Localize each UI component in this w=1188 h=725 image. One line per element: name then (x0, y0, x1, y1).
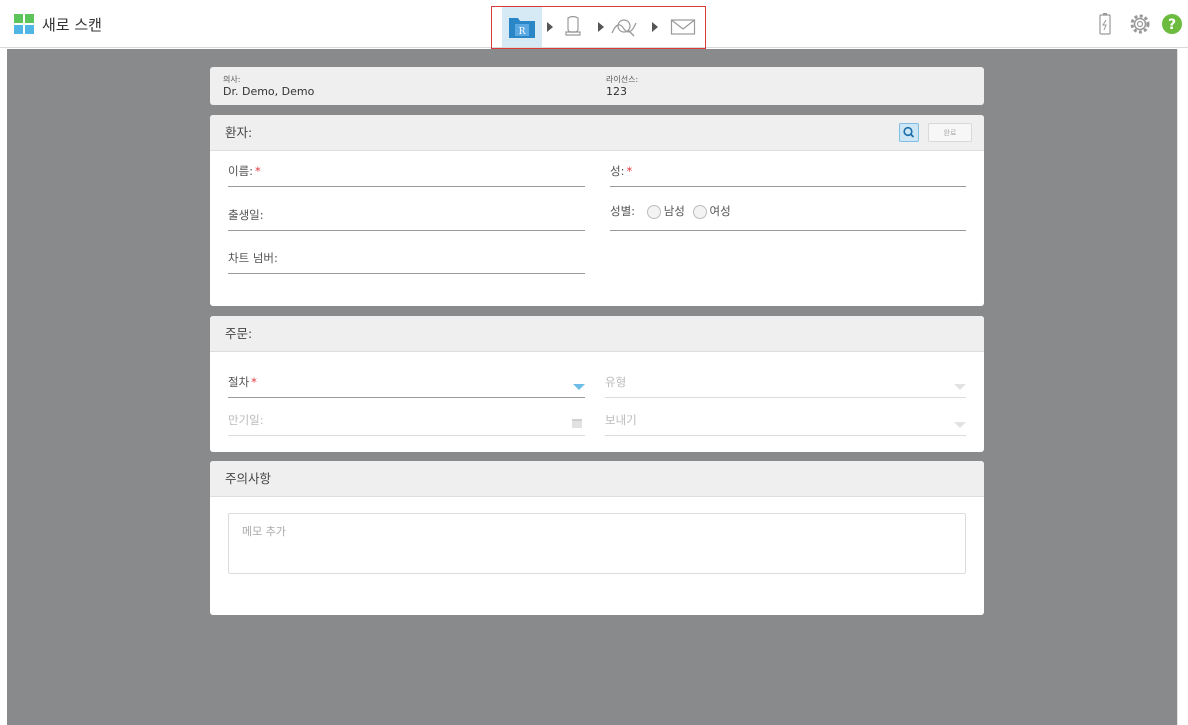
female-label: 여성 (709, 204, 731, 218)
procedure-label: 절차 (228, 375, 250, 389)
notes-section-title: 주의사항 (210, 461, 984, 497)
due-date-label: 만기일: (228, 413, 264, 427)
order-card: 주문: 절차 * 유형 만기일: 보내기 (210, 316, 984, 452)
first-name-label: 이름: (228, 164, 254, 178)
step-arrow-icon (598, 22, 604, 32)
view-icon (611, 19, 637, 37)
rx-step[interactable]: R (502, 7, 542, 47)
chevron-down-icon (954, 422, 966, 428)
calendar-icon[interactable] (571, 417, 583, 429)
license-label: 라이선스: (606, 75, 639, 84)
last-name-label: 성: (610, 164, 625, 178)
svg-text:?: ? (1168, 17, 1176, 33)
scan-tooth-icon (565, 15, 581, 36)
clear-button[interactable]: 완료 (928, 123, 972, 142)
birthdate-label: 출생일: (228, 208, 264, 222)
settings-gear-icon[interactable] (1128, 12, 1152, 36)
gender-field: 성별: 남성 여성 (610, 203, 966, 231)
workflow-stepper: R (491, 6, 706, 49)
chevron-down-icon (573, 384, 585, 390)
gender-label: 성별: (610, 204, 636, 218)
patient-search-button[interactable] (899, 123, 919, 142)
send-to-label: 보내기 (605, 413, 637, 427)
chart-number-label: 차트 넘버: (228, 251, 278, 265)
battery-icon (1098, 12, 1112, 36)
step-arrow-icon (652, 22, 658, 32)
chevron-down-icon (954, 384, 966, 390)
patient-card: 환자: 완료 이름: * 성: * 출생일: 성별: 남성 여성 차트 넘버: (210, 115, 984, 306)
required-marker: * (626, 164, 633, 178)
scrollbar[interactable] (1177, 49, 1188, 725)
female-radio[interactable] (692, 204, 707, 219)
procedure-select[interactable]: 절차 * (228, 374, 585, 398)
svg-text:R: R (519, 27, 526, 37)
help-icon[interactable]: ? (1160, 12, 1184, 36)
birthdate-field[interactable]: 출생일: (228, 207, 585, 231)
rx-folder-icon: R (509, 18, 535, 38)
male-radio[interactable] (646, 204, 661, 219)
required-marker: * (251, 375, 257, 389)
notes-input[interactable]: 메모 추가 (228, 513, 966, 574)
type-select[interactable]: 유형 (605, 374, 966, 398)
required-marker: * (255, 164, 261, 178)
top-bar: 새로 스캔 R ? (0, 0, 1188, 49)
type-label: 유형 (605, 375, 627, 389)
notes-card: 주의사항 메모 추가 (210, 461, 984, 615)
app-title: 새로 스캔 (42, 16, 102, 34)
first-name-field[interactable]: 이름: * (228, 163, 585, 187)
app-grid-icon[interactable] (14, 14, 34, 34)
step-arrow-icon (547, 22, 553, 32)
send-step[interactable] (668, 7, 698, 47)
doctor-label: 의사: (223, 75, 241, 84)
scan-step[interactable] (560, 7, 586, 47)
send-icon (670, 19, 696, 35)
license-value: 123 (606, 85, 627, 98)
search-icon (903, 126, 915, 138)
patient-section-title: 환자: (210, 115, 984, 151)
send-to-select[interactable]: 보내기 (605, 412, 966, 436)
male-label: 남성 (663, 204, 685, 218)
doctor-info-card: 의사: Dr. Demo, Demo 라이선스: 123 (210, 67, 984, 105)
notes-placeholder: 메모 추가 (242, 525, 286, 538)
order-section-title: 주문: (210, 316, 984, 352)
last-name-field[interactable]: 성: * (610, 163, 966, 187)
chart-number-field[interactable]: 차트 넘버: (228, 250, 585, 274)
view-step[interactable] (608, 7, 640, 47)
doctor-value: Dr. Demo, Demo (223, 85, 315, 98)
due-date-field[interactable]: 만기일: (228, 412, 585, 436)
